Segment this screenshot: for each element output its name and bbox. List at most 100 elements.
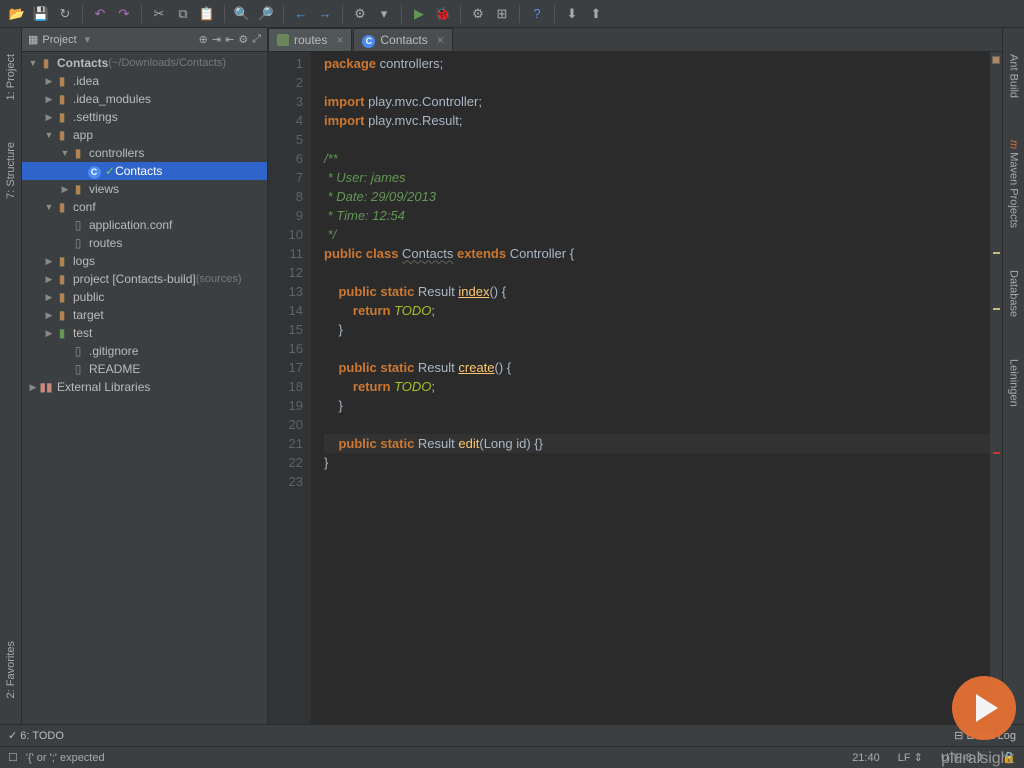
vcs-update-icon[interactable]: ⬇ xyxy=(561,3,583,25)
code-line[interactable] xyxy=(324,339,1002,358)
tree-row[interactable]: ▮logs xyxy=(22,252,267,270)
code-line[interactable]: return TODO; xyxy=(324,377,1002,396)
settings-icon[interactable]: ⚙ xyxy=(467,3,489,25)
event-log-tab[interactable]: ⊟ Event Log xyxy=(954,729,1016,742)
code-line[interactable] xyxy=(324,415,1002,434)
structure-icon[interactable]: ⊞ xyxy=(491,3,513,25)
tree-row[interactable]: ▮▮External Libraries xyxy=(22,378,267,396)
code-line[interactable]: * Date: 29/09/2013 xyxy=(324,187,1002,206)
code-line[interactable]: import play.mvc.Result; xyxy=(324,111,1002,130)
error-marker[interactable] xyxy=(993,452,1000,454)
caret-position[interactable]: 21:40 xyxy=(852,752,880,764)
code-line[interactable]: * Time: 12:54 xyxy=(324,206,1002,225)
tree-row[interactable]: ▮conf xyxy=(22,198,267,216)
tree-arrow-icon[interactable] xyxy=(44,202,54,212)
inspection-indicator[interactable] xyxy=(992,56,1000,64)
save-icon[interactable]: 💾 xyxy=(30,3,52,25)
code-line[interactable]: } xyxy=(324,396,1002,415)
copy-icon[interactable]: ⧉ xyxy=(172,3,194,25)
tree-row[interactable]: ▮.idea_modules xyxy=(22,90,267,108)
replace-icon[interactable]: 🔎 xyxy=(255,3,277,25)
paste-icon[interactable]: 📋 xyxy=(196,3,218,25)
warning-marker[interactable] xyxy=(993,308,1000,310)
redo-icon[interactable]: ↷ xyxy=(113,3,135,25)
tree-row[interactable]: ▮views xyxy=(22,180,267,198)
tree-arrow-icon[interactable] xyxy=(44,310,54,321)
build-icon[interactable]: ⚙ xyxy=(349,3,371,25)
editor-tab[interactable]: CContacts× xyxy=(353,28,452,51)
close-icon[interactable]: × xyxy=(336,33,343,47)
tree-arrow-icon[interactable] xyxy=(44,328,54,339)
code-line[interactable] xyxy=(324,263,1002,282)
tree-row[interactable]: ▯.gitignore xyxy=(22,342,267,360)
memory-indicator[interactable]: ☐ xyxy=(8,751,18,764)
find-icon[interactable]: 🔍 xyxy=(231,3,253,25)
tree-arrow-icon[interactable] xyxy=(44,94,54,105)
config-dropdown[interactable]: ▾ xyxy=(373,3,395,25)
tree-arrow-icon[interactable] xyxy=(44,274,54,285)
tree-row[interactable]: ▮project [Contacts-build] (sources) xyxy=(22,270,267,288)
tree-row[interactable]: ▯routes xyxy=(22,234,267,252)
code-line[interactable]: public static Result index() { xyxy=(324,282,1002,301)
tree-row[interactable]: ▮target xyxy=(22,306,267,324)
tree-arrow-icon[interactable] xyxy=(60,184,70,195)
tree-arrow-icon[interactable] xyxy=(44,292,54,303)
structure-tool-tab[interactable]: 7: Structure xyxy=(3,136,19,205)
code-line[interactable]: import play.mvc.Controller; xyxy=(324,92,1002,111)
leiningen-tab[interactable]: Leiningen xyxy=(1006,353,1022,413)
favorites-tool-tab[interactable]: 2: Favorites xyxy=(3,635,19,704)
tree-arrow-icon[interactable] xyxy=(28,382,38,393)
run-icon[interactable]: ▶ xyxy=(408,3,430,25)
tree-row[interactable]: ▮.idea xyxy=(22,72,267,90)
tree-arrow-icon[interactable] xyxy=(28,58,38,68)
undo-icon[interactable]: ↶ xyxy=(89,3,111,25)
error-stripe[interactable] xyxy=(990,52,1002,724)
code-line[interactable]: /** xyxy=(324,149,1002,168)
tree-arrow-icon[interactable] xyxy=(44,256,54,267)
code-line[interactable] xyxy=(324,130,1002,149)
tree-row[interactable]: ▯README xyxy=(22,360,267,378)
code-line[interactable]: public static Result edit(Long id) {} xyxy=(324,434,1002,453)
tree-arrow-icon[interactable] xyxy=(44,130,54,140)
help-icon[interactable]: ? xyxy=(526,3,548,25)
code-line[interactable]: return TODO; xyxy=(324,301,1002,320)
vcs-commit-icon[interactable]: ⬆ xyxy=(585,3,607,25)
tree-row[interactable]: ▮Contacts (~/Downloads/Contacts) xyxy=(22,54,267,72)
tree-row[interactable]: ▮controllers xyxy=(22,144,267,162)
tree-row[interactable]: C✓ Contacts xyxy=(22,162,267,180)
tree-row[interactable]: ▮.settings xyxy=(22,108,267,126)
code-line[interactable]: } xyxy=(324,453,1002,472)
open-icon[interactable]: 📂 xyxy=(6,3,28,25)
database-tab[interactable]: Database xyxy=(1006,264,1022,323)
project-tool-tab[interactable]: 1: Project xyxy=(3,48,19,106)
hide-icon[interactable]: ⤢ xyxy=(252,33,261,46)
tree-arrow-icon[interactable] xyxy=(44,76,54,87)
tree-row[interactable]: ▯application.conf xyxy=(22,216,267,234)
code-line[interactable]: * User: james xyxy=(324,168,1002,187)
project-tree[interactable]: ▮Contacts (~/Downloads/Contacts)▮.idea▮.… xyxy=(22,52,267,724)
maven-projects-tab[interactable]: m Maven Projects xyxy=(1006,134,1022,234)
forward-icon[interactable]: → xyxy=(314,3,336,25)
debug-icon[interactable]: 🐞 xyxy=(432,3,454,25)
project-header-title[interactable]: Project xyxy=(42,34,76,46)
scroll-from-icon[interactable]: ⇤ xyxy=(225,33,234,46)
code-line[interactable]: public class Contacts extends Controller… xyxy=(324,244,1002,263)
tree-row[interactable]: ▮app xyxy=(22,126,267,144)
code-line[interactable]: public static Result create() { xyxy=(324,358,1002,377)
editor-tab[interactable]: routes× xyxy=(268,28,352,51)
tree-row[interactable]: ▮test xyxy=(22,324,267,342)
collapse-all-icon[interactable]: ⊕ xyxy=(199,33,208,46)
code-line[interactable] xyxy=(324,73,1002,92)
close-icon[interactable]: × xyxy=(437,33,444,47)
cut-icon[interactable]: ✂ xyxy=(148,3,170,25)
sync-icon[interactable]: ↻ xyxy=(54,3,76,25)
tree-arrow-icon[interactable] xyxy=(60,148,70,158)
gutter[interactable]: 1234567891011121314151617181920212223 xyxy=(268,52,312,724)
code-line[interactable]: */ xyxy=(324,225,1002,244)
line-separator[interactable]: LF ⇕ xyxy=(898,751,923,764)
scroll-to-icon[interactable]: ⇥ xyxy=(212,33,221,46)
back-icon[interactable]: ← xyxy=(290,3,312,25)
tree-arrow-icon[interactable] xyxy=(44,112,54,123)
ant-build-tab[interactable]: Ant Build xyxy=(1006,48,1022,104)
tree-row[interactable]: ▮public xyxy=(22,288,267,306)
